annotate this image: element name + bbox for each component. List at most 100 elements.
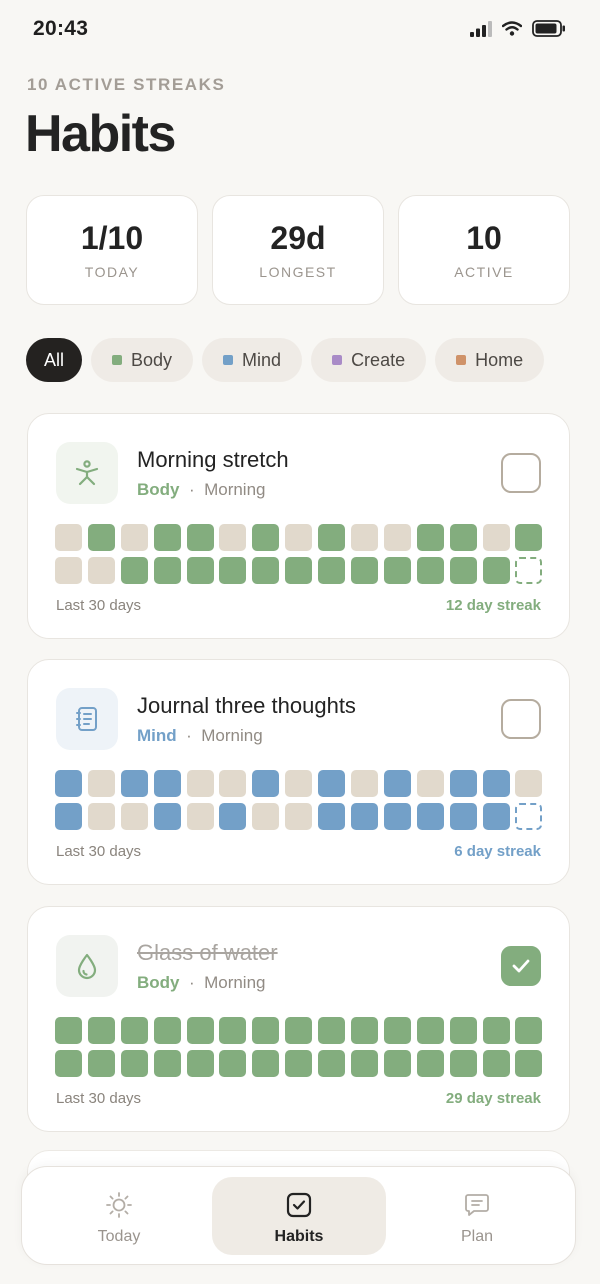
habit-category: Body <box>137 973 180 992</box>
day-cell-done <box>87 1050 115 1077</box>
checkmark-icon <box>512 959 530 973</box>
filter-body[interactable]: Body <box>91 338 194 382</box>
stat-label: ACTIVE <box>454 264 514 280</box>
tab-habits[interactable]: Habits <box>212 1177 386 1255</box>
habit-time: Morning <box>201 726 263 745</box>
day-cell-done <box>219 803 247 830</box>
day-cell-done <box>153 803 181 830</box>
day-cell-missed <box>55 524 82 551</box>
day-cell-done <box>186 557 214 584</box>
day-cell-missed <box>351 770 379 797</box>
stat-longest: 29d LONGEST <box>212 195 384 305</box>
habit-card-journal[interactable]: Journal three thoughts Mind · Morning La… <box>27 659 570 885</box>
habit-card-morning-stretch[interactable]: Morning stretch Body · Morning Last 30 d… <box>27 413 570 639</box>
day-cell-missed <box>285 524 313 551</box>
day-cell-missed <box>219 770 247 797</box>
day-cell-done <box>252 1017 280 1044</box>
day-cell-missed <box>87 770 115 797</box>
stat-value: 29d <box>270 220 326 256</box>
history-grid <box>55 770 543 830</box>
meta-separator: · <box>181 726 197 745</box>
day-cell-done <box>87 1017 115 1044</box>
day-cell-done <box>318 803 346 830</box>
wifi-icon <box>502 21 522 36</box>
day-cell-missed <box>186 770 214 797</box>
day-cell-done <box>120 557 148 584</box>
day-cell-done <box>153 1050 181 1077</box>
day-cell-missed <box>120 524 148 551</box>
status-time: 20:43 <box>33 17 89 40</box>
day-cell-done <box>515 524 543 551</box>
filter-home[interactable]: Home <box>435 338 545 382</box>
status-bar: 20:43 <box>0 0 600 60</box>
day-cell-done <box>351 1050 379 1077</box>
body-dot-icon <box>112 355 123 365</box>
habit-card-glass-of-water[interactable]: Glass of water Body · Morning Last 30 da… <box>27 906 570 1132</box>
status-icons <box>470 20 566 37</box>
meta-separator: · <box>184 973 200 992</box>
tab-today[interactable]: Today <box>32 1177 206 1255</box>
day-cell-done <box>449 1017 477 1044</box>
day-cell-done <box>186 524 214 551</box>
tab-plan[interactable]: Plan <box>390 1177 564 1255</box>
day-cell-done <box>55 1050 82 1077</box>
day-cell-missed <box>186 803 214 830</box>
day-cell-done <box>252 524 280 551</box>
day-cell-done <box>153 524 181 551</box>
page-title: Habits <box>25 105 176 163</box>
tab-label: Plan <box>460 1228 494 1245</box>
stat-value: 1/10 <box>80 220 144 256</box>
filter-mind[interactable]: Mind <box>202 338 303 382</box>
day-cell-done <box>55 1017 82 1044</box>
day-cell-today <box>515 803 543 830</box>
stat-active: 10 ACTIVE <box>398 195 570 305</box>
card-icon-tile <box>56 935 118 997</box>
day-cell-done <box>55 803 82 830</box>
filter-all[interactable]: All <box>26 338 83 382</box>
habit-checkbox[interactable] <box>501 699 541 739</box>
day-cell-done <box>515 1050 543 1077</box>
day-cell-done <box>318 1017 346 1044</box>
habit-name: Journal three thoughts <box>137 693 356 718</box>
day-cell-done <box>383 803 411 830</box>
day-cell-missed <box>87 803 115 830</box>
day-cell-missed <box>383 524 411 551</box>
tab-bar: Today Habits Plan <box>21 1166 576 1265</box>
history-grid <box>55 524 543 584</box>
habit-time: Morning <box>204 480 266 499</box>
day-cell-done <box>449 557 477 584</box>
day-cell-done <box>351 803 379 830</box>
streak-count: 29 day streak <box>445 1090 541 1107</box>
streak-count: 6 day streak <box>454 843 541 860</box>
day-cell-done <box>219 557 247 584</box>
day-cell-missed <box>482 524 510 551</box>
day-cell-done <box>318 524 346 551</box>
habit-meta: Body · Morning <box>137 973 266 993</box>
habit-checkbox[interactable] <box>501 453 541 493</box>
signal-icon <box>470 20 492 37</box>
filter-create[interactable]: Create <box>311 338 427 382</box>
habit-checkbox[interactable] <box>501 946 541 986</box>
day-cell-done <box>416 803 444 830</box>
day-cell-done <box>285 1017 313 1044</box>
day-cell-done <box>482 803 510 830</box>
day-cell-done <box>416 557 444 584</box>
habit-time: Morning <box>204 973 266 992</box>
habit-meta: Body · Morning <box>137 480 266 500</box>
day-cell-done <box>252 1050 280 1077</box>
day-cell-done <box>252 770 280 797</box>
history-grid <box>55 1017 543 1077</box>
stretch-figure-icon <box>75 460 99 486</box>
day-cell-done <box>383 557 411 584</box>
battery-icon <box>532 20 565 37</box>
streaks-subtitle: 10 ACTIVE STREAKS <box>27 75 226 94</box>
day-cell-done <box>285 1050 313 1077</box>
day-cell-done <box>120 1050 148 1077</box>
day-cell-done <box>318 1050 346 1077</box>
filter-label: Home <box>475 349 524 370</box>
day-cell-done <box>482 770 510 797</box>
day-cell-done <box>383 770 411 797</box>
journal-icon <box>76 707 97 731</box>
day-cell-done <box>285 557 313 584</box>
day-cell-done <box>186 1050 214 1077</box>
